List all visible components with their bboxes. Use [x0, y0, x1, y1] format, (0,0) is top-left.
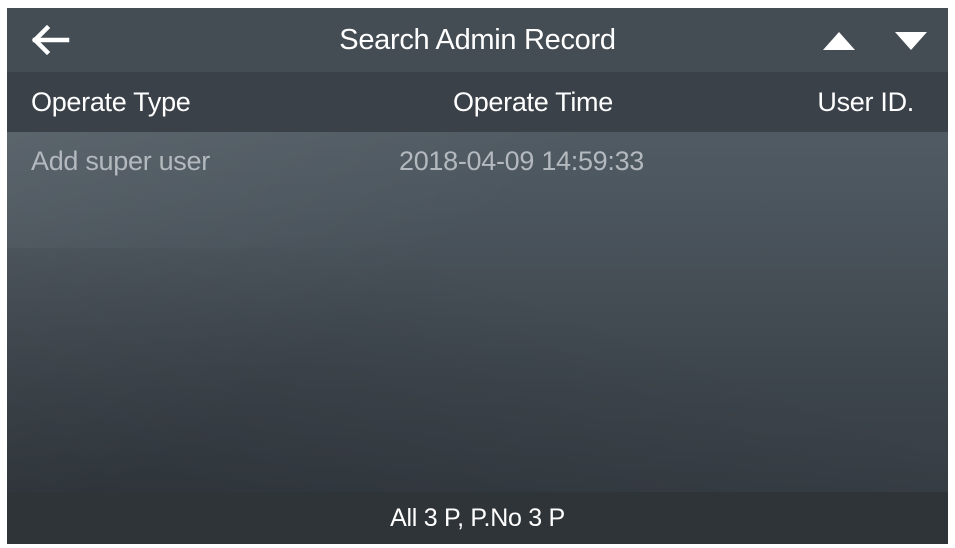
cell-operate-time: 2018-04-09 14:59:33	[399, 146, 645, 176]
column-header-user-id: User ID.	[817, 87, 914, 117]
pagination-status: All 3 P, P.No 3 P	[390, 504, 565, 532]
column-header-operate-time: Operate Time	[453, 87, 613, 117]
triangle-up-icon	[823, 32, 855, 50]
title-bar: Search Admin Record	[7, 8, 948, 72]
page-up-button[interactable]	[819, 26, 859, 54]
back-arrow-icon	[31, 24, 70, 56]
page-down-button[interactable]	[891, 26, 931, 54]
cell-operate-type: Add super user	[31, 146, 210, 176]
table-header: Operate Type Operate Time User ID.	[7, 72, 948, 132]
back-button[interactable]	[29, 22, 73, 58]
triangle-down-icon	[895, 32, 927, 50]
page-title: Search Admin Record	[339, 24, 616, 56]
column-header-operate-type: Operate Type	[31, 87, 191, 117]
admin-record-screen: Search Admin Record Operate Type Operate…	[7, 8, 948, 544]
table-row[interactable]: Add super user 2018-04-09 14:59:33	[7, 132, 948, 190]
pagination-bar: All 3 P, P.No 3 P	[7, 492, 948, 544]
